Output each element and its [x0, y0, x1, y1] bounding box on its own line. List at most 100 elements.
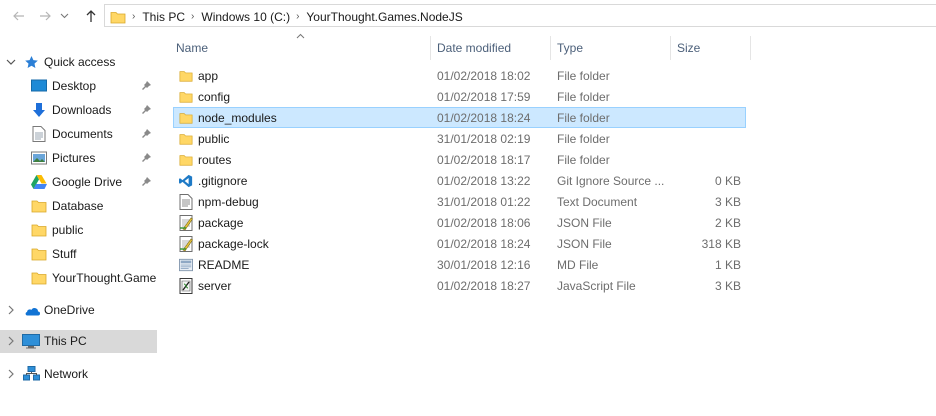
- js-file-icon: [179, 278, 193, 294]
- pin-icon: [142, 105, 151, 114]
- file-type: JSON File: [557, 216, 612, 230]
- navigation-pane: Quick access Desktop Downloads Documents…: [0, 32, 157, 416]
- sidebar-item-documents[interactable]: Documents: [0, 123, 157, 145]
- column-header-label: Size: [677, 41, 701, 55]
- file-name: server: [198, 279, 232, 293]
- column-header-name[interactable]: Name: [176, 36, 430, 60]
- file-size: 1 KB: [714, 258, 741, 272]
- text-file-icon: [179, 194, 193, 210]
- folder-icon: [31, 222, 47, 241]
- file-type: JavaScript File: [557, 279, 636, 293]
- star-icon: [24, 55, 39, 73]
- file-row-app[interactable]: app 01/02/2018 18:02 File folder: [173, 65, 746, 86]
- chevron-down-icon: [60, 13, 68, 19]
- sidebar-item-database[interactable]: Database: [0, 195, 157, 217]
- file-name: app: [198, 69, 219, 83]
- file-row-server[interactable]: server 01/02/2018 18:27 JavaScript File …: [173, 275, 746, 296]
- sidebar-item-network[interactable]: Network: [0, 363, 157, 385]
- sidebar-item-quick-access[interactable]: Quick access: [0, 51, 157, 73]
- breadcrumb-drive[interactable]: Windows 10 (C:): [201, 10, 290, 24]
- sidebar-label: Downloads: [52, 103, 112, 117]
- pin-icon: [142, 177, 151, 186]
- pictures-icon: [31, 151, 47, 168]
- sidebar-label: OneDrive: [44, 303, 95, 317]
- file-date: 01/02/2018 13:22: [437, 174, 531, 188]
- breadcrumb-current-folder[interactable]: YourThought.Games.NodeJS: [306, 10, 462, 24]
- breadcrumb-separator-icon: ›: [132, 11, 136, 22]
- file-size: 2 KB: [714, 216, 741, 230]
- file-name: config: [198, 90, 231, 104]
- column-divider[interactable]: [550, 36, 551, 60]
- folder-icon: [179, 155, 193, 166]
- sidebar-item-downloads[interactable]: Downloads: [0, 99, 157, 121]
- column-divider[interactable]: [670, 36, 671, 60]
- folder-icon: [179, 92, 193, 103]
- file-list: Name Date modified Type Size app 01/02/2…: [157, 32, 936, 416]
- sidebar-label: Quick access: [44, 55, 116, 69]
- sidebar-item-onedrive[interactable]: OneDrive: [0, 299, 157, 321]
- address-bar[interactable]: › This PC › Windows 10 (C:) › YourThough…: [104, 4, 936, 27]
- file-row-gitignore[interactable]: .gitignore 01/02/2018 13:22 Git Ignore S…: [173, 170, 746, 191]
- desktop-icon: [31, 79, 47, 96]
- file-type: Git Ignore Source ...: [557, 174, 665, 188]
- sidebar-label: public: [52, 223, 84, 237]
- google-drive-icon: [31, 175, 47, 192]
- sidebar-item-this-pc[interactable]: This PC: [0, 330, 157, 353]
- file-type: MD File: [557, 258, 599, 272]
- forward-button[interactable]: [36, 7, 54, 25]
- folder-icon: [31, 246, 47, 265]
- column-header-label: Name: [176, 41, 209, 55]
- file-size: 3 KB: [714, 279, 741, 293]
- sidebar-label: Database: [52, 199, 104, 213]
- json-file-icon: [179, 236, 193, 252]
- back-arrow-icon: [13, 11, 24, 21]
- sidebar-item-yourthought-game[interactable]: YourThought.Game: [0, 267, 157, 289]
- file-row-package-lock[interactable]: package-lock 01/02/2018 18:24 JSON File …: [173, 233, 746, 254]
- file-type: JSON File: [557, 237, 612, 251]
- documents-icon: [32, 126, 46, 145]
- sidebar-item-pictures[interactable]: Pictures: [0, 147, 157, 169]
- recent-locations-button[interactable]: [58, 7, 70, 25]
- file-size: 3 KB: [714, 195, 741, 209]
- file-type: File folder: [557, 111, 610, 125]
- file-row-routes[interactable]: routes 01/02/2018 18:17 File folder: [173, 149, 746, 170]
- sidebar-label: This PC: [44, 334, 87, 348]
- file-date: 01/02/2018 18:27: [437, 279, 531, 293]
- sidebar-label: Desktop: [52, 79, 97, 93]
- column-header-size[interactable]: Size: [677, 36, 750, 60]
- file-type: File folder: [557, 153, 610, 167]
- file-type: File folder: [557, 69, 610, 83]
- column-divider[interactable]: [430, 36, 431, 60]
- file-type: Text Document: [557, 195, 638, 209]
- up-button[interactable]: [82, 7, 100, 25]
- onedrive-icon: [23, 305, 40, 319]
- file-row-readme[interactable]: README 30/01/2018 12:16 MD File 1 KB: [173, 254, 746, 275]
- folder-icon: [31, 198, 47, 217]
- breadcrumb-this-pc[interactable]: This PC: [142, 10, 185, 24]
- file-row-npm-debug[interactable]: npm-debug 31/01/2018 01:22 Text Document…: [173, 191, 746, 212]
- file-row-public[interactable]: public 31/01/2018 02:19 File folder: [173, 128, 746, 149]
- chevron-right-icon: [8, 336, 14, 346]
- navigation-bar: › This PC › Windows 10 (C:) › YourThough…: [0, 0, 936, 32]
- md-file-icon: [179, 258, 193, 272]
- file-date: 31/01/2018 01:22: [437, 195, 531, 209]
- column-divider[interactable]: [750, 36, 751, 60]
- up-arrow-icon: [86, 10, 96, 22]
- sidebar-item-stuff[interactable]: Stuff: [0, 243, 157, 265]
- breadcrumb-separator-icon: ›: [191, 11, 195, 22]
- sidebar-label: Network: [44, 367, 89, 381]
- column-header-date[interactable]: Date modified: [437, 36, 550, 60]
- back-button[interactable]: [10, 7, 28, 25]
- column-header-label: Type: [557, 41, 584, 55]
- folder-icon: [31, 270, 47, 289]
- file-name: README: [198, 258, 250, 272]
- sidebar-item-google-drive[interactable]: Google Drive: [0, 171, 157, 193]
- file-date: 01/02/2018 17:59: [437, 90, 531, 104]
- column-header-type[interactable]: Type: [557, 36, 670, 60]
- file-row-package[interactable]: package 01/02/2018 18:06 JSON File 2 KB: [173, 212, 746, 233]
- sidebar-item-desktop[interactable]: Desktop: [0, 75, 157, 97]
- sidebar-item-public[interactable]: public: [0, 219, 157, 241]
- file-row-node-modules[interactable]: node_modules 01/02/2018 18:24 File folde…: [173, 107, 746, 128]
- sidebar-label: Documents: [52, 127, 113, 141]
- file-row-config[interactable]: config 01/02/2018 17:59 File folder: [173, 86, 746, 107]
